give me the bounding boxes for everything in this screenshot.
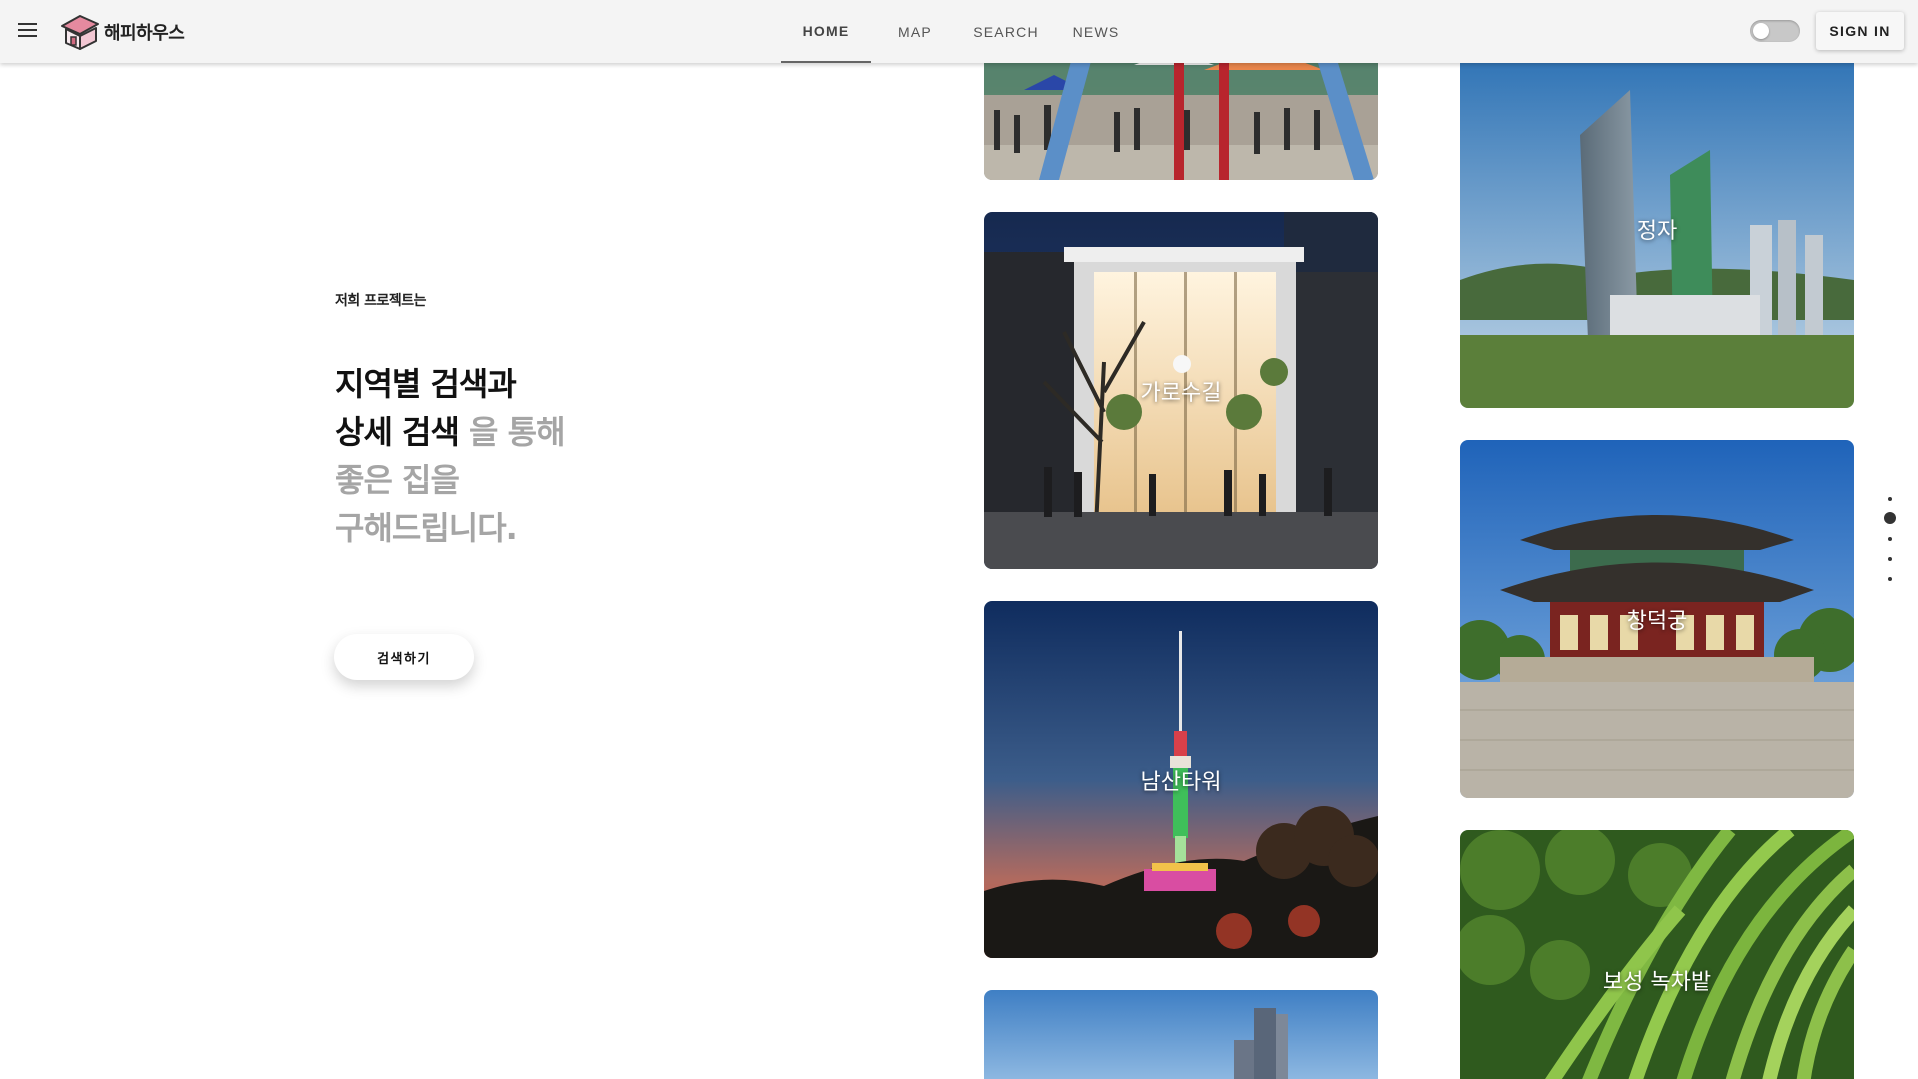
place-card-boseong-tea-field[interactable]: 보성 녹차밭 [1460, 830, 1854, 1079]
headline-line-2-grey: 을 통해 [458, 413, 565, 451]
theme-toggle[interactable] [1750, 20, 1800, 42]
toggle-knob [1753, 23, 1769, 39]
hero-headline: 지역별 검색과 상세 검색 을 통해 좋은 집을 구해드립니다. [335, 360, 566, 552]
headline-line-2-dark: 상세 검색 [335, 413, 460, 451]
card-label: 가로수길 [1140, 380, 1222, 406]
nav-search[interactable]: SEARCH [966, 0, 1046, 63]
search-cta-button[interactable]: 검색하기 [334, 634, 474, 680]
headline-line-4: 구해드립니다. [335, 509, 518, 547]
place-card-garosugil[interactable]: 가로수길 [984, 212, 1378, 569]
place-card-city[interactable] [984, 990, 1378, 1079]
card-label: 남산타워 [1140, 769, 1222, 795]
menu-icon[interactable] [15, 19, 41, 41]
sign-in-button[interactable]: SIGN IN [1816, 12, 1904, 50]
headline-line-3: 좋은 집을 [335, 461, 460, 499]
nav-map[interactable]: MAP [885, 0, 945, 63]
logo-text: 해피하우스 [104, 23, 185, 44]
hero-eyebrow: 저희 프로젝트는 [335, 293, 427, 309]
boseong-tea-field-image [1460, 830, 1854, 1079]
festival-image [984, 50, 1378, 180]
house-logo-icon [61, 15, 99, 50]
headline-line-1: 지역별 검색과 [335, 365, 517, 403]
place-card-jeongja[interactable]: 정자 [1460, 50, 1854, 408]
nav-home[interactable]: HOME [781, 0, 871, 63]
card-label: 정자 [1636, 219, 1678, 244]
place-card-namsan-tower[interactable]: 남산타워 [984, 601, 1378, 958]
place-card-changdeokgung[interactable]: 창덕궁 [1460, 440, 1854, 798]
pagination-dot[interactable] [1888, 577, 1892, 581]
card-label: 창덕궁 [1626, 609, 1688, 634]
pagination-dot[interactable] [1888, 497, 1892, 501]
city-image [984, 990, 1378, 1079]
nav-news[interactable]: NEWS [1066, 0, 1126, 63]
top-app-bar: 해피하우스 HOME MAP SEARCH NEWS SIGN IN [0, 0, 1918, 63]
card-label: 보성 녹차밭 [1602, 970, 1712, 995]
pagination-dot[interactable] [1888, 557, 1892, 561]
logo[interactable]: 해피하우스 [58, 12, 185, 52]
place-card-festival[interactable] [984, 50, 1378, 180]
pagination-dot-active[interactable] [1884, 512, 1896, 524]
pagination-dot[interactable] [1888, 537, 1892, 541]
